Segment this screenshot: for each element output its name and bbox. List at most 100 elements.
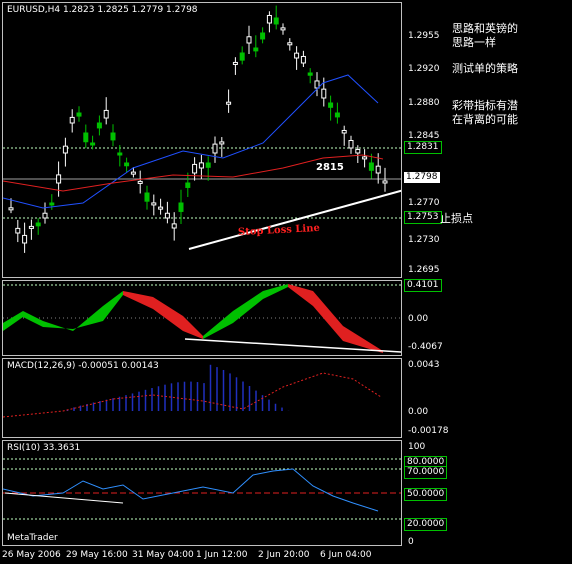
candle-body (56, 174, 62, 184)
level-upper-badge: 1.2831 (404, 141, 442, 154)
rsi-label: 0 (408, 537, 414, 547)
candle-body (124, 162, 130, 167)
candle-body (96, 122, 102, 129)
candle-body (192, 163, 198, 174)
candle-body (375, 165, 381, 174)
ribbon-green (3, 291, 123, 331)
ribbon-indicator-svg (3, 284, 401, 353)
time-label: 1 Jun 12:00 (196, 550, 248, 560)
candle-body (15, 227, 21, 234)
candle-body (137, 180, 143, 184)
osc-label: -0.4067 (408, 342, 443, 352)
macd-label: 0.0043 (408, 360, 440, 370)
osc-label: 0.4101 (404, 279, 442, 292)
candle-body (232, 61, 238, 65)
candle-body (328, 102, 334, 108)
candle-body (117, 152, 123, 156)
candle-body (178, 202, 184, 212)
price-chart-panel[interactable]: EURUSD,H4 1.2823 1.2825 1.2779 1.2798 (2, 2, 402, 278)
candle-body (35, 222, 41, 227)
rsi-svg (3, 458, 401, 520)
candle-body (300, 55, 306, 64)
rsi-label: 50.0000 (404, 488, 448, 501)
candle-body (219, 141, 225, 145)
rsi-panel[interactable]: RSI(10) 33.3631 MetaTrader (2, 440, 402, 546)
candle-body (62, 145, 68, 154)
candle-body (260, 32, 266, 40)
note-line: 测试单的策略 (452, 62, 518, 75)
candle-body (273, 17, 279, 25)
macd-panel[interactable]: MACD(12,26,9) -0.00051 0.00143 (2, 358, 402, 438)
price-label: 1.2880 (408, 98, 440, 108)
candle-body (90, 142, 96, 146)
candle-body (355, 148, 361, 154)
candle-body (158, 206, 164, 210)
candle-body (130, 171, 136, 175)
rsi-label: 100 (408, 442, 426, 452)
candle-body (151, 202, 157, 206)
candle-body (103, 109, 109, 119)
candle-body (253, 47, 259, 52)
rsi-line (3, 468, 379, 512)
candle-body (8, 207, 14, 211)
price-label: 1.2955 (408, 31, 440, 41)
stop-point-label: 止损点 (440, 212, 473, 225)
candle-body (205, 162, 211, 168)
candle-body (266, 14, 272, 24)
candle-body (226, 101, 232, 105)
candle-body (185, 182, 191, 188)
candle-body (334, 112, 340, 118)
time-label: 26 May 2006 (2, 550, 61, 560)
candle-body (341, 129, 347, 134)
candle-body (22, 234, 28, 244)
candle-body (239, 52, 245, 61)
time-label: 31 May 04:00 (132, 550, 194, 560)
annotation-number: 2815 (316, 162, 344, 173)
candle-body (76, 112, 82, 117)
price-label: 1.2730 (408, 235, 440, 245)
candle-body (280, 27, 286, 31)
current-price-badge: 1.2798 (404, 172, 440, 183)
rsi-label: 20.0000 (404, 518, 448, 531)
candle-body (198, 162, 204, 169)
candle-body (212, 143, 218, 154)
ribbon-green (203, 284, 288, 339)
metatrader-watermark: MetaTrader (7, 533, 58, 543)
candle-body (382, 180, 388, 184)
time-label: 6 Jun 04:00 (320, 550, 372, 560)
osc-label: 0.00 (408, 314, 429, 324)
candle-body (144, 192, 150, 202)
candle-body (110, 132, 116, 141)
level-lower-badge: 1.2753 (404, 211, 442, 224)
macd-signal-line (3, 372, 382, 418)
candle-body (164, 212, 170, 219)
candle-body (307, 72, 313, 76)
note-line: 思路一样 (452, 36, 496, 49)
candle-body (362, 156, 368, 160)
macd-label: -0.00178 (408, 426, 449, 436)
price-label: 1.2845 (408, 131, 440, 141)
macd-svg (3, 364, 382, 418)
candle-body (69, 116, 75, 124)
note-line: 彩带指标有潜 (452, 99, 518, 112)
price-label: 1.2920 (408, 64, 440, 74)
candle-body (368, 162, 374, 171)
price-label: 1.2770 (408, 198, 440, 208)
ribbon-indicator-panel[interactable] (2, 280, 402, 356)
rsi-divergence-line (4, 492, 124, 504)
price-label: 1.2695 (408, 265, 440, 275)
candle-body (42, 212, 48, 219)
candle-body (294, 52, 300, 59)
note-line: 在背离的可能 (452, 113, 518, 126)
candle-body (246, 36, 252, 44)
time-label: 2 Jun 20:00 (258, 550, 310, 560)
candle-body (49, 202, 55, 206)
candle-body (321, 88, 327, 99)
rsi-label: 70.0000 (404, 466, 448, 479)
candle-body (28, 225, 34, 229)
candle-body (287, 42, 293, 46)
macd-label: 0.00 (408, 407, 429, 417)
candle-body (348, 139, 354, 149)
candle-body (171, 223, 177, 229)
time-label: 29 May 16:00 (66, 550, 128, 560)
